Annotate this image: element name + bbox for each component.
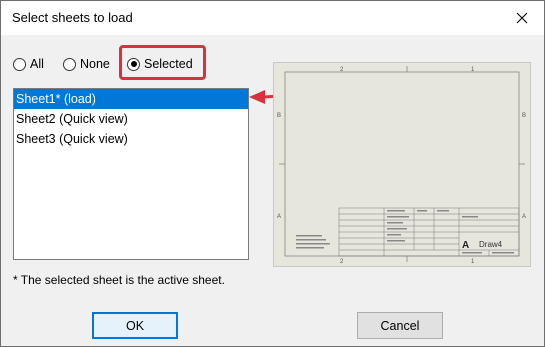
zone-label: B bbox=[522, 113, 526, 119]
radio-all-label: All bbox=[30, 57, 44, 71]
radio-none[interactable]: None bbox=[63, 55, 110, 73]
drawing-preview-image: 2 1 2 1 B B A A A Draw4 bbox=[277, 66, 526, 265]
sheet-list-item[interactable]: Sheet3 (Quick view) bbox=[14, 129, 248, 149]
radio-all[interactable]: All bbox=[13, 55, 44, 73]
cancel-button[interactable]: Cancel bbox=[357, 312, 443, 339]
active-sheet-footnote: * The selected sheet is the active sheet… bbox=[13, 273, 225, 287]
radio-none-circle[interactable] bbox=[63, 57, 76, 71]
zone-label: A bbox=[277, 214, 281, 220]
drawing-name-label: Draw4 bbox=[479, 240, 503, 249]
sheet-preview: 2 1 2 1 B B A A A Draw4 bbox=[273, 62, 531, 267]
radio-none-label: None bbox=[80, 57, 110, 71]
sheet-list-item[interactable]: Sheet1* (load) bbox=[14, 89, 248, 109]
title-bar: Select sheets to load bbox=[1, 1, 544, 35]
close-button[interactable] bbox=[500, 1, 544, 35]
radio-all-circle[interactable] bbox=[13, 57, 26, 71]
ok-button[interactable]: OK bbox=[92, 312, 178, 339]
sheet-size-label: A bbox=[462, 240, 469, 251]
sheet-list-item[interactable]: Sheet2 (Quick view) bbox=[14, 109, 248, 129]
sheet-list[interactable]: Sheet1* (load) Sheet2 (Quick view) Sheet… bbox=[13, 88, 249, 260]
dialog-title: Select sheets to load bbox=[12, 10, 133, 25]
close-icon bbox=[516, 12, 528, 24]
select-sheets-dialog: Select sheets to load All None Selected … bbox=[0, 0, 545, 347]
zone-label: A bbox=[522, 214, 526, 220]
callout-highlight-box bbox=[119, 45, 206, 80]
zone-label: 2 bbox=[340, 259, 344, 265]
zone-label: B bbox=[277, 113, 281, 119]
zone-label: 1 bbox=[471, 259, 475, 265]
